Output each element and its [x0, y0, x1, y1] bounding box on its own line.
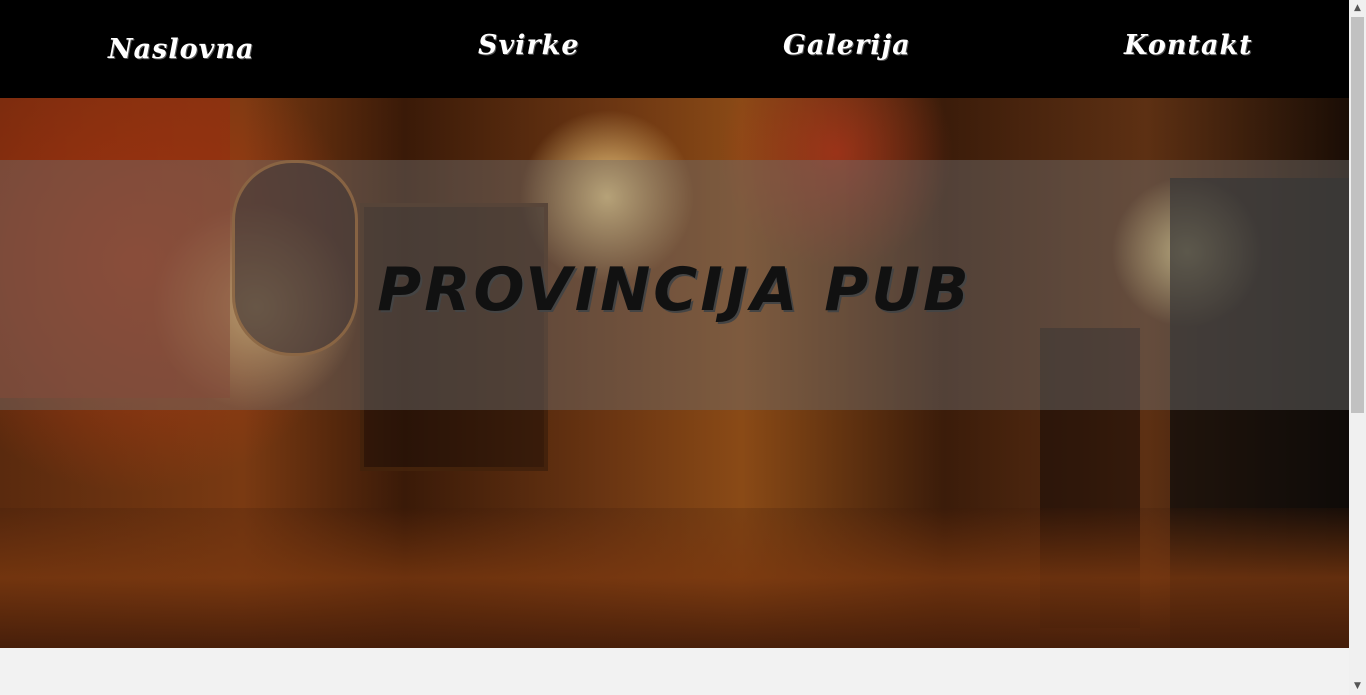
page-content-start: [0, 648, 1349, 695]
nav-link-svirke[interactable]: Svirke: [478, 30, 580, 61]
top-navbar: Naslovna Svirke Galerija Kontakt: [0, 0, 1349, 98]
vertical-scrollbar[interactable]: ▲ ▼: [1349, 0, 1366, 695]
scroll-up-arrow-icon[interactable]: ▲: [1349, 0, 1366, 17]
nav-link-galerija[interactable]: Galerija: [783, 30, 911, 61]
scrollbar-thumb[interactable]: [1351, 17, 1364, 413]
bar-counter-shape: [0, 508, 1349, 648]
scroll-down-arrow-icon[interactable]: ▼: [1349, 678, 1366, 695]
nav-link-naslovna[interactable]: Naslovna: [108, 34, 254, 65]
nav-link-kontakt[interactable]: Kontakt: [1124, 30, 1253, 61]
hero-title: PROVINCIJA PUB: [377, 255, 972, 325]
